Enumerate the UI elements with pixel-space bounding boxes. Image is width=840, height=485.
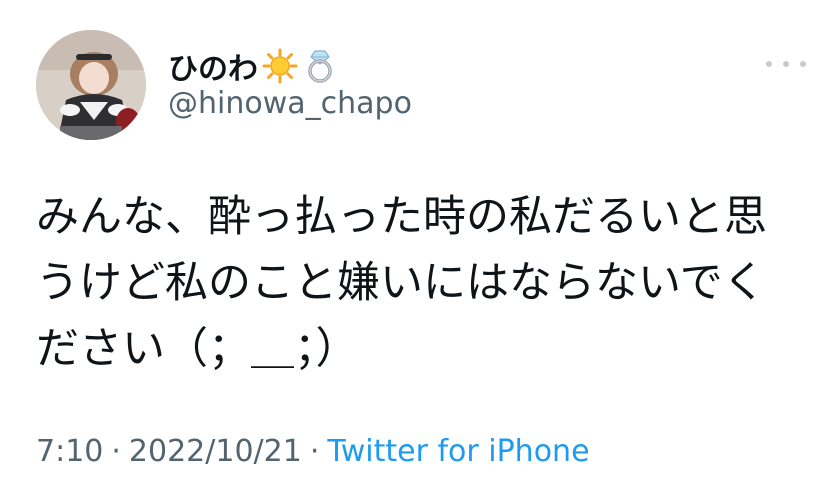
sun-emoji-icon	[262, 48, 298, 84]
tweet-meta: 7:10 · 2022/10/21 · Twitter for iPhone	[36, 434, 590, 469]
display-name[interactable]: ひのわ	[168, 44, 258, 88]
tweet-card: ひのわ @hinowa_chapo みんな、酔っ払った時の私だるいと思 うけど私…	[0, 0, 840, 485]
tweet-source-link[interactable]: Twitter for iPhone	[327, 434, 589, 469]
tweet-time[interactable]: 7:10	[36, 434, 103, 469]
tweet-text-line: うけど私のこと嫌いにはならないでく	[36, 258, 766, 308]
ring-emoji-icon	[302, 48, 338, 84]
more-options-icon[interactable]	[766, 52, 806, 76]
more-dot	[800, 61, 806, 67]
tweet-date[interactable]: 2022/10/21	[129, 434, 302, 469]
tweet-text-line: みんな、酔っ払った時の私だるいと思	[36, 192, 767, 242]
author-handle[interactable]: @hinowa_chapo	[168, 86, 412, 121]
meta-separator: ·	[111, 434, 121, 469]
author-name-row[interactable]: ひのわ	[168, 44, 338, 88]
more-dot	[766, 61, 772, 67]
more-dot	[783, 61, 789, 67]
meta-separator: ·	[309, 434, 320, 469]
tweet-text-line: ださい（；＿；）	[36, 324, 359, 374]
avatar[interactable]	[36, 30, 146, 140]
tweet-text: みんな、酔っ払った時の私だるいと思 うけど私のこと嫌いにはならないでく ださい（…	[36, 184, 806, 382]
